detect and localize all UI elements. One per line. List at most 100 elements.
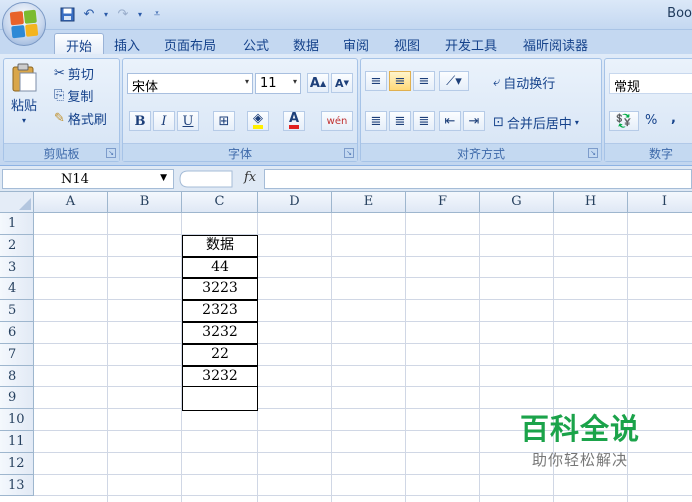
- column-header-c[interactable]: C: [182, 192, 258, 213]
- brush-icon: ✎: [54, 111, 65, 126]
- merge-center-button[interactable]: ⊡ 合并后居中 ▾: [493, 113, 579, 132]
- percent-button[interactable]: %: [645, 113, 657, 128]
- tab-view[interactable]: 视图: [394, 33, 420, 54]
- tab-developer[interactable]: 开发工具: [445, 33, 497, 54]
- italic-button[interactable]: I: [153, 111, 175, 131]
- dialog-launcher-icon[interactable]: ↘: [344, 148, 354, 158]
- align-bottom-icon[interactable]: ≡: [413, 71, 435, 91]
- cell-c3[interactable]: 44: [182, 256, 258, 279]
- cell-c4[interactable]: 3223: [182, 278, 258, 301]
- paste-button[interactable]: 粘贴 ▾: [10, 63, 38, 125]
- comma-label: ,: [671, 111, 676, 126]
- cell-c2[interactable]: 数据: [182, 234, 258, 257]
- redo-icon[interactable]: ↷: [114, 5, 132, 23]
- wrap-text-label: 自动换行: [503, 77, 556, 92]
- scissors-icon: ✂: [54, 66, 65, 81]
- grow-font-icon[interactable]: A ▲: [307, 73, 329, 93]
- column-header-f[interactable]: F: [406, 192, 480, 213]
- grid-row-line: [34, 342, 692, 344]
- row-header-8[interactable]: 8: [0, 365, 34, 388]
- formula-input[interactable]: [264, 169, 692, 189]
- office-button[interactable]: [2, 2, 46, 46]
- font-color-letter: A: [288, 112, 300, 129]
- number-group: 常规 💱 % , 数字: [604, 58, 692, 162]
- select-all-button[interactable]: [0, 192, 34, 213]
- font-color-button[interactable]: A: [283, 111, 305, 131]
- row-header-4[interactable]: 4: [0, 278, 34, 301]
- cut-button[interactable]: ✂ 剪切: [54, 64, 94, 83]
- underline-button[interactable]: U: [177, 111, 199, 131]
- grid-row-line: [34, 473, 692, 475]
- grid-row-line: [34, 255, 692, 257]
- copy-button[interactable]: ⎘ 复制: [54, 86, 93, 105]
- borders-icon[interactable]: ⊞: [213, 111, 235, 131]
- dialog-launcher-icon[interactable]: ↘: [106, 148, 116, 158]
- row-header-7[interactable]: 7: [0, 343, 34, 366]
- font-size-combo[interactable]: 11 ▾: [255, 73, 301, 94]
- alignment-group: ≡ ≡ ≡ ⟋▾ ⤶ 自动换行 ≣ ≣ ≣ ⇤ ⇥ ⊡ 合并后居中 ▾ 对齐方式 ↘: [360, 58, 602, 162]
- row-header-11[interactable]: 11: [0, 431, 34, 453]
- align-right-icon[interactable]: ≣: [413, 111, 435, 131]
- customize-icon[interactable]: ⩡: [148, 5, 166, 23]
- format-painter-button[interactable]: ✎ 格式刷: [54, 109, 107, 128]
- column-header-d[interactable]: D: [258, 192, 332, 213]
- column-header-a[interactable]: A: [34, 192, 108, 213]
- tab-formulas[interactable]: 公式: [243, 33, 269, 54]
- row-header-12[interactable]: 12: [0, 452, 34, 475]
- ribbon-tabs: 开始 插入 页面布局 公式 数据 审阅 视图 开发工具 福昕阅读器: [0, 30, 692, 55]
- copy-icon: ⎘: [54, 88, 65, 103]
- wrap-text-button[interactable]: ⤶ 自动换行: [493, 73, 555, 92]
- align-center-icon[interactable]: ≣: [389, 111, 411, 131]
- save-icon[interactable]: [58, 5, 76, 23]
- tab-review[interactable]: 审阅: [343, 33, 369, 54]
- row-header-6[interactable]: 6: [0, 322, 34, 344]
- align-middle-icon[interactable]: ≡: [389, 71, 411, 91]
- cell-c6[interactable]: 3232: [182, 322, 258, 344]
- merge-center-label: 合并后居中: [506, 117, 572, 132]
- bold-button[interactable]: B: [129, 111, 151, 131]
- comma-button[interactable]: ,: [671, 111, 676, 126]
- chevron-down-icon[interactable]: ▾: [102, 5, 110, 23]
- copy-label: 复制: [67, 90, 94, 105]
- fill-color-icon[interactable]: ◈: [247, 111, 269, 131]
- tab-foxit-reader[interactable]: 福昕阅读器: [523, 33, 588, 54]
- insert-function-icon[interactable]: fx: [244, 170, 256, 185]
- undo-icon[interactable]: ↶: [80, 5, 98, 23]
- formula-bar: N14 ▼ fx: [0, 166, 692, 192]
- cell-c7[interactable]: 22: [182, 343, 258, 366]
- row-header-9[interactable]: 9: [0, 387, 34, 410]
- phonetic-guide-icon[interactable]: wén: [321, 111, 353, 131]
- align-top-icon[interactable]: ≡: [365, 71, 387, 91]
- tab-insert[interactable]: 插入: [114, 33, 140, 54]
- row-header-5[interactable]: 5: [0, 300, 34, 322]
- increase-indent-icon[interactable]: ⇥: [463, 111, 485, 131]
- column-header-e[interactable]: E: [332, 192, 406, 213]
- row-header-1[interactable]: 1: [0, 213, 34, 235]
- row-header-3[interactable]: 3: [0, 256, 34, 279]
- column-header-i[interactable]: I: [628, 192, 692, 213]
- currency-icon[interactable]: 💱: [609, 111, 639, 131]
- grid-row-line: [34, 321, 692, 322]
- row-header-2[interactable]: 2: [0, 234, 34, 257]
- shrink-font-icon[interactable]: A ▼: [331, 73, 353, 93]
- font-name-combo[interactable]: 宋体 ▾: [127, 73, 253, 95]
- chevron-down-icon: ▼: [160, 173, 167, 183]
- paste-label: 粘贴: [10, 99, 37, 114]
- cell-c5[interactable]: 2323: [182, 300, 258, 322]
- align-left-icon[interactable]: ≣: [365, 111, 387, 131]
- orientation-icon[interactable]: ⟋▾: [439, 71, 469, 91]
- row-header-13[interactable]: 13: [0, 474, 34, 497]
- row-header-10[interactable]: 10: [0, 409, 34, 431]
- tab-home[interactable]: 开始: [54, 33, 104, 55]
- tab-page-layout[interactable]: 页面布局: [164, 33, 216, 54]
- chevron-down-icon[interactable]: ▾: [136, 5, 144, 23]
- name-box[interactable]: N14 ▼: [2, 169, 174, 189]
- column-header-g[interactable]: G: [480, 192, 554, 213]
- tab-data[interactable]: 数据: [293, 33, 319, 54]
- column-header-b[interactable]: B: [108, 192, 182, 213]
- column-header-h[interactable]: H: [554, 192, 628, 213]
- cell-c8[interactable]: 3232: [182, 365, 258, 388]
- decrease-indent-icon[interactable]: ⇤: [439, 111, 461, 131]
- number-format-combo[interactable]: 常规: [609, 73, 692, 95]
- dialog-launcher-icon[interactable]: ↘: [588, 148, 598, 158]
